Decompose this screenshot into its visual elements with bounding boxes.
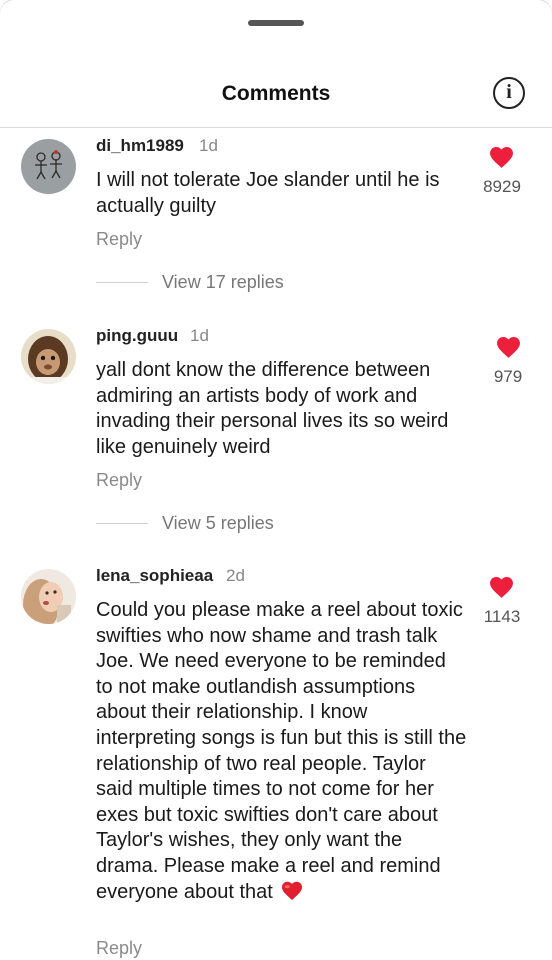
- replies-divider: [96, 523, 148, 524]
- view-replies-button[interactable]: View 5 replies: [162, 513, 274, 534]
- comments-sheet: Comments i di_hm1989 1d I will not toler…: [0, 0, 552, 960]
- comment-text: yall dont know the difference between ad…: [96, 359, 449, 458]
- reply-button[interactable]: Reply: [96, 938, 142, 959]
- reply-button[interactable]: Reply: [96, 229, 142, 250]
- red-heart-emoji-icon: [282, 881, 303, 900]
- avatar[interactable]: [21, 139, 76, 194]
- like-count: 979: [493, 367, 523, 386]
- comment-username[interactable]: di_hm1989: [96, 136, 184, 156]
- avatar[interactable]: [21, 329, 76, 384]
- like-count: 8929: [483, 177, 521, 196]
- heart-icon[interactable]: [495, 335, 522, 359]
- header-divider: [0, 127, 552, 128]
- info-icon[interactable]: i: [493, 77, 525, 109]
- comment-timestamp: 1d: [190, 326, 209, 345]
- reply-button[interactable]: Reply: [96, 470, 142, 491]
- like-count: 1143: [483, 607, 521, 626]
- drag-handle[interactable]: [248, 20, 304, 26]
- comment-username[interactable]: lena_sophieaa: [96, 566, 213, 586]
- page-title: Comments: [221, 82, 331, 105]
- comment-text: Could you please make a reel about toxic…: [96, 599, 467, 903]
- view-replies-button[interactable]: View 17 replies: [162, 272, 284, 293]
- avatar[interactable]: [21, 569, 76, 624]
- heart-icon[interactable]: [488, 575, 515, 599]
- comment-timestamp: 1d: [199, 136, 218, 155]
- heart-icon[interactable]: [488, 145, 515, 169]
- comment-text: I will not tolerate Joe slander until he…: [96, 169, 440, 217]
- replies-divider: [96, 282, 148, 283]
- comment-timestamp: 2d: [226, 566, 245, 585]
- comment-username[interactable]: ping.guuu: [96, 326, 178, 346]
